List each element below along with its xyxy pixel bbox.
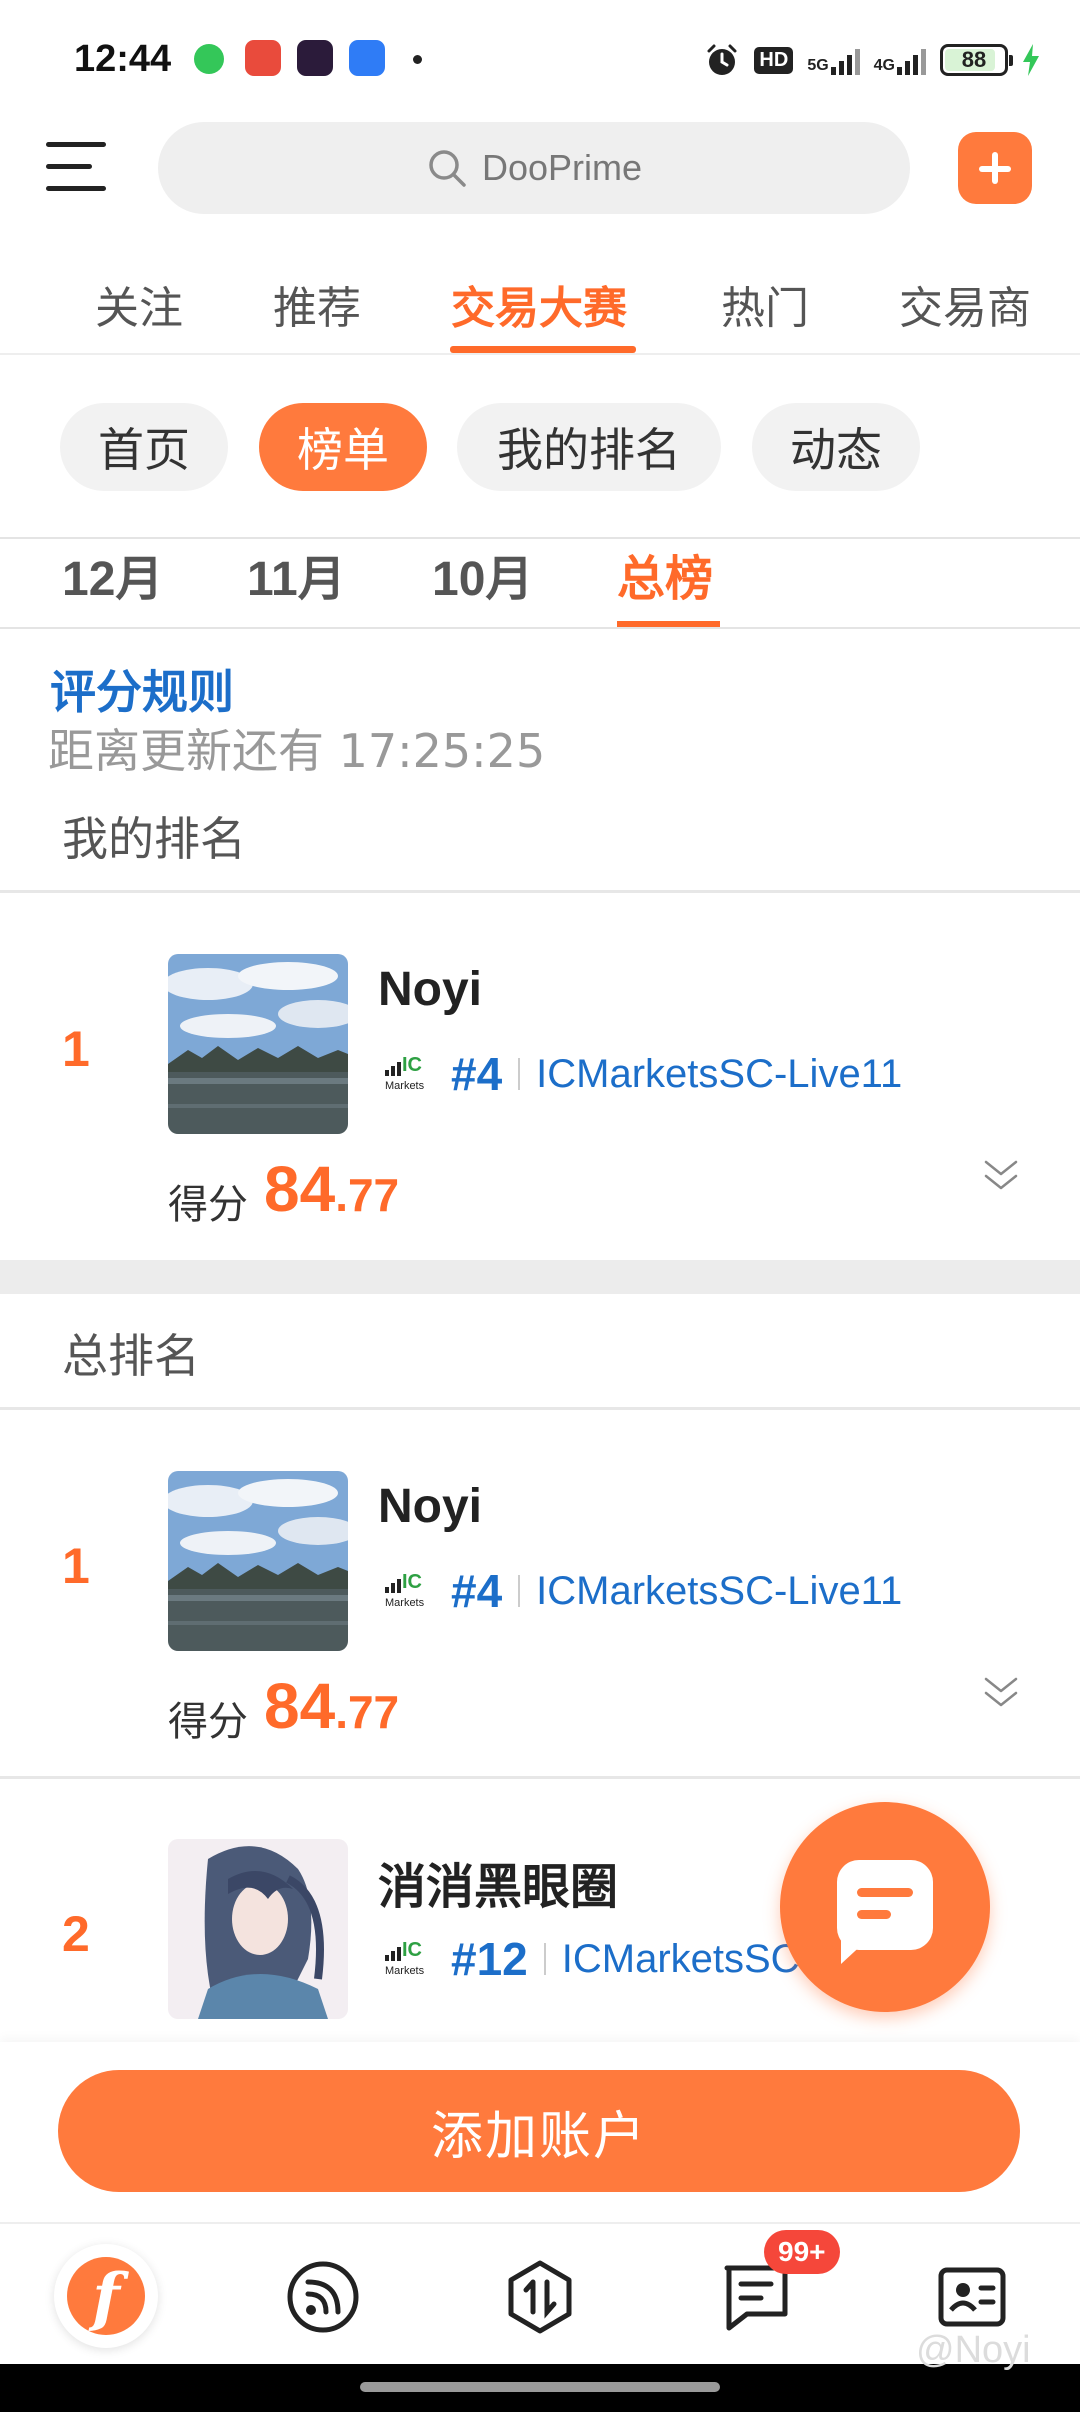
hd-icon: HD: [754, 46, 794, 74]
section-separator: [0, 1260, 1080, 1294]
trade-icon[interactable]: [503, 2260, 577, 2334]
tab-hot[interactable]: 热门: [721, 272, 809, 336]
signal-icon: [897, 45, 926, 75]
pill-home[interactable]: 首页: [60, 403, 228, 491]
tab-overall[interactable]: 总榜: [617, 539, 713, 609]
month-tabs: 12月 11月 10月 总榜: [0, 537, 1080, 629]
tiktok-notification-icon: [297, 40, 333, 76]
avatar[interactable]: [168, 954, 348, 1134]
score-value: 84.77: [264, 1670, 400, 1742]
server-name: ICMarketsSC-Live11: [536, 1568, 903, 1613]
separator: [543, 1943, 546, 1975]
active-month-indicator: [617, 621, 720, 627]
charging-icon: [1023, 44, 1039, 76]
tab-month-december[interactable]: 12月: [62, 539, 163, 609]
pill-leaderboard[interactable]: 榜单: [259, 403, 427, 491]
broker-rank: #12: [451, 1933, 528, 1985]
chat-fab-button[interactable]: [780, 1802, 990, 2012]
icmarkets-logo-icon: IC Markets: [385, 1571, 425, 1609]
status-icons: HD 5G 4G 88: [704, 40, 1040, 80]
tab-month-october[interactable]: 10月: [432, 539, 533, 609]
separator: [518, 1058, 521, 1090]
divider: [0, 890, 1080, 893]
update-countdown: 距离更新还有 17:25:25: [48, 724, 546, 778]
menu-button[interactable]: [46, 138, 110, 196]
menu-icon-line: [46, 186, 106, 191]
user-name[interactable]: 消消黑眼圈: [378, 1847, 618, 1917]
battery-level: 88: [961, 47, 987, 72]
search-icon: [429, 150, 466, 187]
server-name: ICMarketsSC-Live11: [536, 1051, 903, 1096]
menu-icon-line: [46, 164, 92, 169]
scoring-rules-link[interactable]: 评分规则: [50, 656, 234, 722]
active-tab-indicator: [450, 346, 636, 353]
watermark: @Noyi: [916, 2329, 1031, 2371]
pill-activity[interactable]: 动态: [752, 403, 920, 491]
home-tab-button[interactable]: f: [54, 2244, 158, 2348]
app-notification-icon: [349, 40, 385, 76]
tab-month-november[interactable]: 11月: [247, 539, 346, 609]
avatar[interactable]: [168, 1839, 348, 2019]
server-name: ICMarketsSC: [561, 1936, 800, 1981]
status-bar: 12:44 HD 5G 4G 88: [0, 0, 1080, 115]
chevron-down-icon[interactable]: [982, 1156, 1020, 1194]
menu-icon-line: [46, 142, 106, 147]
tab-trading-contest[interactable]: 交易大赛: [451, 272, 627, 336]
icmarkets-logo-icon: IC Markets: [385, 1939, 425, 1977]
score-label: 得分: [168, 1182, 248, 1228]
chevron-down-icon[interactable]: [982, 1673, 1020, 1711]
divider: [0, 1776, 1080, 1779]
broker-rank: #4: [451, 1565, 503, 1617]
score-value: 84.77: [264, 1153, 400, 1225]
signal-icon: [830, 45, 860, 75]
battery-icon: 88: [940, 44, 1013, 76]
network-5g-label: 5G: [807, 57, 829, 74]
add-account-button[interactable]: 添加账户: [58, 2070, 1020, 2192]
divider: [0, 1407, 1080, 1410]
score-label: 得分: [168, 1699, 248, 1745]
top-tabs: 关注 推荐 交易大赛 热门 交易商: [0, 250, 1080, 355]
alarm-icon: [707, 44, 737, 75]
sub-navigation: 首页 榜单 我的排名 动态: [0, 355, 1080, 537]
home-logo-icon: f: [67, 2257, 145, 2335]
status-time: 12:44: [74, 38, 172, 80]
app-notification-icon: [194, 44, 224, 74]
app-notification-icon: [245, 40, 281, 76]
search-input[interactable]: DooPrime: [158, 122, 910, 214]
rank-number: 2: [62, 1906, 90, 1962]
rank-number: 1: [62, 1538, 90, 1594]
pill-my-ranking[interactable]: 我的排名: [457, 403, 721, 491]
my-rank-heading: 我的排名: [62, 812, 246, 866]
user-name[interactable]: Noyi: [378, 1479, 482, 1534]
search-placeholder: DooPrime: [481, 147, 643, 188]
broker-info: IC Markets #4 ICMarketsSC-Live11: [383, 1561, 902, 1621]
home-indicator[interactable]: [360, 2382, 720, 2392]
icmarkets-logo-icon: IC Markets: [385, 1054, 425, 1092]
feed-icon[interactable]: [286, 2260, 360, 2334]
broker-info: IC Markets #4 ICMarketsSC-Live11: [383, 1044, 902, 1104]
profile-card-icon[interactable]: [935, 2260, 1009, 2334]
separator: [518, 1575, 521, 1607]
unread-badge: 99+: [764, 2230, 840, 2274]
network-4g-label: 4G: [873, 57, 895, 74]
rank-number: 1: [62, 1021, 90, 1077]
add-button[interactable]: [958, 132, 1032, 204]
chat-bubble-icon: [837, 1860, 933, 1964]
overall-rank-heading: 总排名: [62, 1329, 200, 1383]
broker-rank: #4: [451, 1048, 503, 1100]
tab-follow[interactable]: 关注: [95, 272, 183, 336]
avatar[interactable]: [168, 1471, 348, 1651]
user-name[interactable]: Noyi: [378, 962, 482, 1017]
tab-recommend[interactable]: 推荐: [273, 272, 361, 336]
broker-info: IC Markets #12 ICMarketsSC: [383, 1929, 800, 1989]
tab-brokers[interactable]: 交易商: [899, 272, 1031, 336]
more-notifications-dot: [413, 55, 422, 64]
